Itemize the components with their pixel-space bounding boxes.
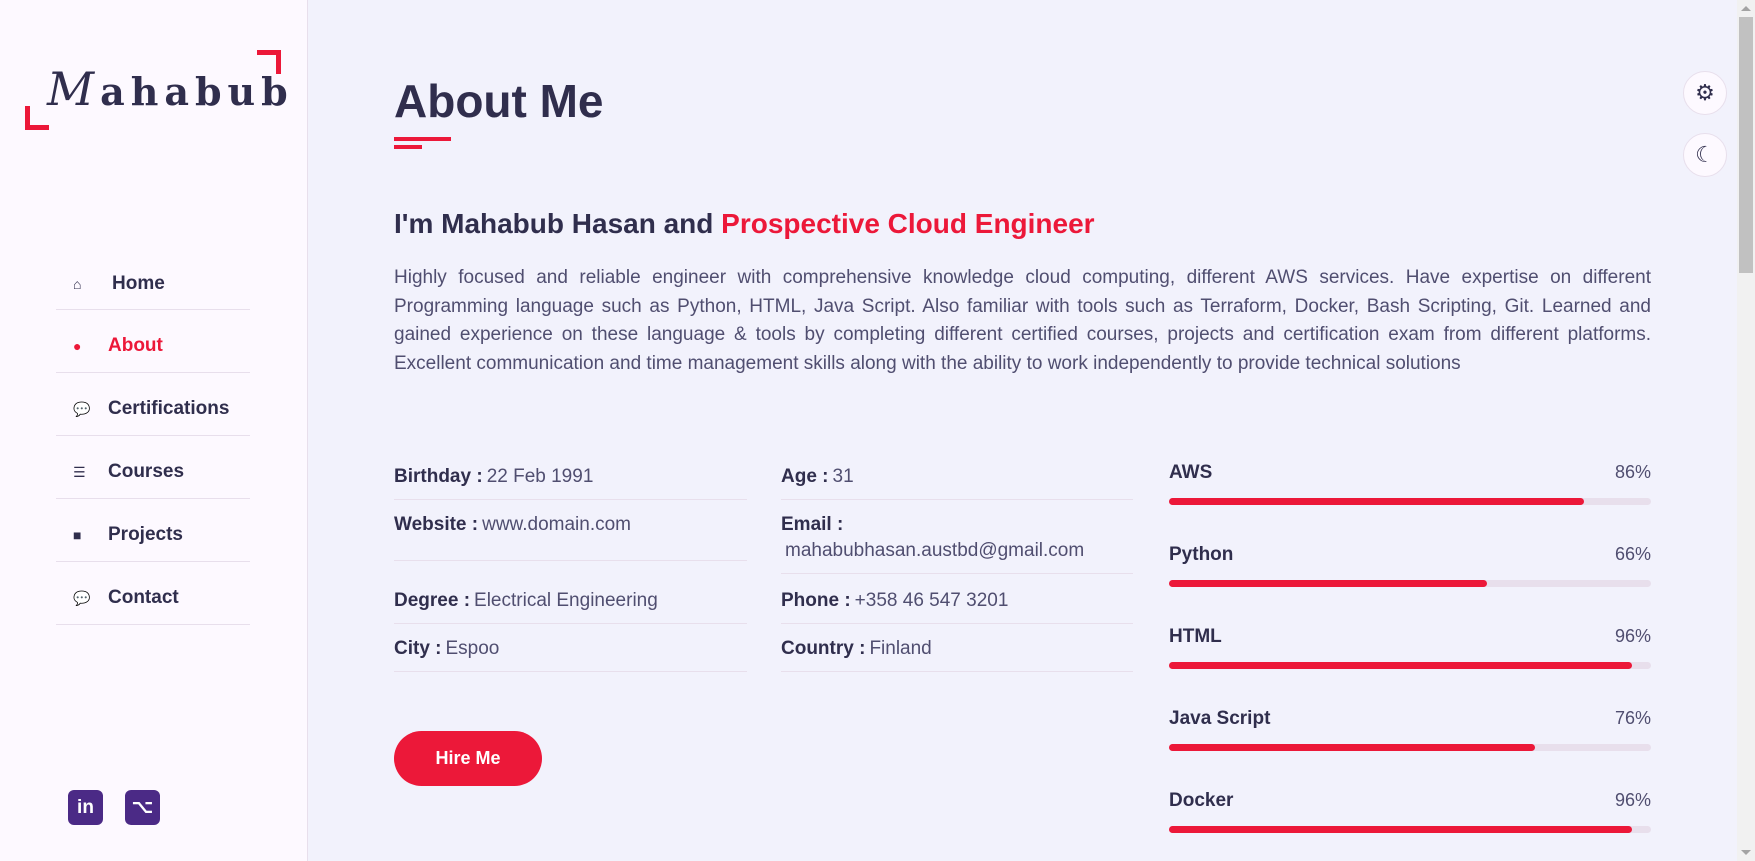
- skill-progress-bar: [1169, 580, 1651, 587]
- nav-item-label: Certifications: [108, 398, 230, 419]
- moon-icon: ☾: [1695, 142, 1715, 167]
- title-underline: [394, 145, 422, 149]
- info-row-phone: Phone : +358 46 547 3201: [781, 574, 1133, 624]
- skill-name: AWS: [1169, 462, 1213, 483]
- skill-item: HTML 96%: [1169, 626, 1651, 708]
- nav-item-label: Home: [112, 272, 165, 294]
- skill-percent: 96%: [1614, 790, 1651, 810]
- nav-item-label: About: [108, 335, 163, 356]
- skill-item: Java Script 76%: [1169, 708, 1651, 790]
- intro-highlight: Prospective Cloud Engineer: [721, 208, 1095, 239]
- skill-name: Python: [1169, 544, 1234, 565]
- linkedin-icon[interactable]: in: [68, 790, 103, 825]
- skill-progress-fill: [1169, 498, 1584, 505]
- logo-corner-bottom-left: [25, 106, 49, 130]
- github-icon[interactable]: ⌥: [125, 790, 160, 825]
- scrollbar-thumb[interactable]: [1739, 17, 1753, 273]
- info-column-right: Age :31 Email : mahabubhasan.austbd@gmail…: [781, 452, 1133, 672]
- website-link[interactable]: www.domain.com: [482, 514, 631, 535]
- info-row-city: City : Espoo: [394, 624, 747, 672]
- nav-item-certifications[interactable]: 💬 Certifications: [56, 373, 250, 436]
- main-nav: ⌂ Home ● About 💬 Certifications ☰ Course…: [56, 258, 250, 625]
- skill-progress-bar: [1169, 826, 1651, 833]
- skill-item: AWS 86%: [1169, 462, 1651, 544]
- skills-list: AWS 86% Python 66% HTML 96% Java Script 76% Dock…: [1169, 462, 1651, 861]
- settings-button[interactable]: ⚙: [1683, 71, 1727, 115]
- comments-icon: 💬: [73, 589, 91, 606]
- nav-item-label: Projects: [108, 524, 183, 545]
- sidebar: Mahabub ⌂ Home ● About 💬 Certifications …: [0, 0, 308, 861]
- logo-text: Mahabub: [47, 62, 294, 116]
- skill-name: Java Script: [1169, 708, 1271, 729]
- skill-progress-fill: [1169, 662, 1632, 669]
- email-link[interactable]: mahabubhasan.austbd@gmail.com: [781, 540, 1133, 562]
- nav-item-contact[interactable]: 💬 Contact: [56, 562, 250, 625]
- info-column-left: Birthday :22 Feb 1991 Website : www.domai…: [394, 452, 747, 672]
- info-row-birthday: Birthday :22 Feb 1991: [394, 452, 747, 500]
- skill-progress-fill: [1169, 826, 1632, 833]
- skill-percent: 76%: [1614, 708, 1651, 728]
- skill-percent: 86%: [1614, 462, 1651, 482]
- briefcase-icon: ■: [73, 527, 82, 543]
- skill-progress-bar: [1169, 662, 1651, 669]
- skill-progress-bar: [1169, 744, 1651, 751]
- gear-icon: ⚙: [1695, 80, 1715, 105]
- title-underline: [394, 137, 451, 141]
- scroll-down-arrow-icon[interactable]: [1741, 850, 1751, 855]
- skill-progress-bar: [1169, 498, 1651, 505]
- user-icon: ●: [73, 338, 82, 354]
- bio-text: Highly focused and reliable engineer wit…: [394, 267, 1651, 375]
- intro-heading: I'm Mahabub Hasan and Prospective Cloud …: [394, 208, 1095, 239]
- info-row-degree: Degree : Electrical Engineering: [394, 550, 747, 624]
- nav-item-home[interactable]: ⌂ Home: [56, 258, 250, 310]
- skill-name: Docker: [1169, 790, 1234, 811]
- skill-progress-fill: [1169, 744, 1536, 751]
- skill-percent: 66%: [1614, 544, 1651, 564]
- logo[interactable]: Mahabub: [25, 50, 288, 130]
- page-title: About Me: [394, 75, 604, 127]
- theme-toggle-button[interactable]: ☾: [1683, 133, 1727, 177]
- scroll-up-arrow-icon[interactable]: [1741, 6, 1751, 11]
- home-icon: ⌂: [73, 275, 82, 292]
- nav-item-label: Courses: [108, 461, 185, 482]
- skill-item: Python 66%: [1169, 544, 1651, 626]
- social-links: in ⌥: [68, 790, 160, 825]
- nav-item-courses[interactable]: ☰ Courses: [56, 436, 250, 499]
- nav-item-about[interactable]: ● About: [56, 310, 250, 373]
- about-section: About Me I'm Mahabub Hasan and Prospecti…: [394, 0, 1652, 861]
- info-row-age: Age :31: [781, 452, 1133, 500]
- hire-me-button[interactable]: Hire Me: [394, 731, 542, 786]
- skill-name: HTML: [1169, 626, 1222, 647]
- comments-icon: 💬: [73, 400, 91, 417]
- nav-item-projects[interactable]: ■ Projects: [56, 499, 250, 562]
- list-icon: ☰: [73, 463, 86, 480]
- info-row-email: Email : mahabubhasan.austbd@gmail.com: [781, 500, 1133, 574]
- skill-progress-fill: [1169, 580, 1488, 587]
- skill-percent: 96%: [1614, 626, 1651, 646]
- nav-item-label: Contact: [108, 587, 179, 608]
- info-row-country: Country : Finland: [781, 624, 1133, 672]
- skill-item: Docker 96%: [1169, 790, 1651, 861]
